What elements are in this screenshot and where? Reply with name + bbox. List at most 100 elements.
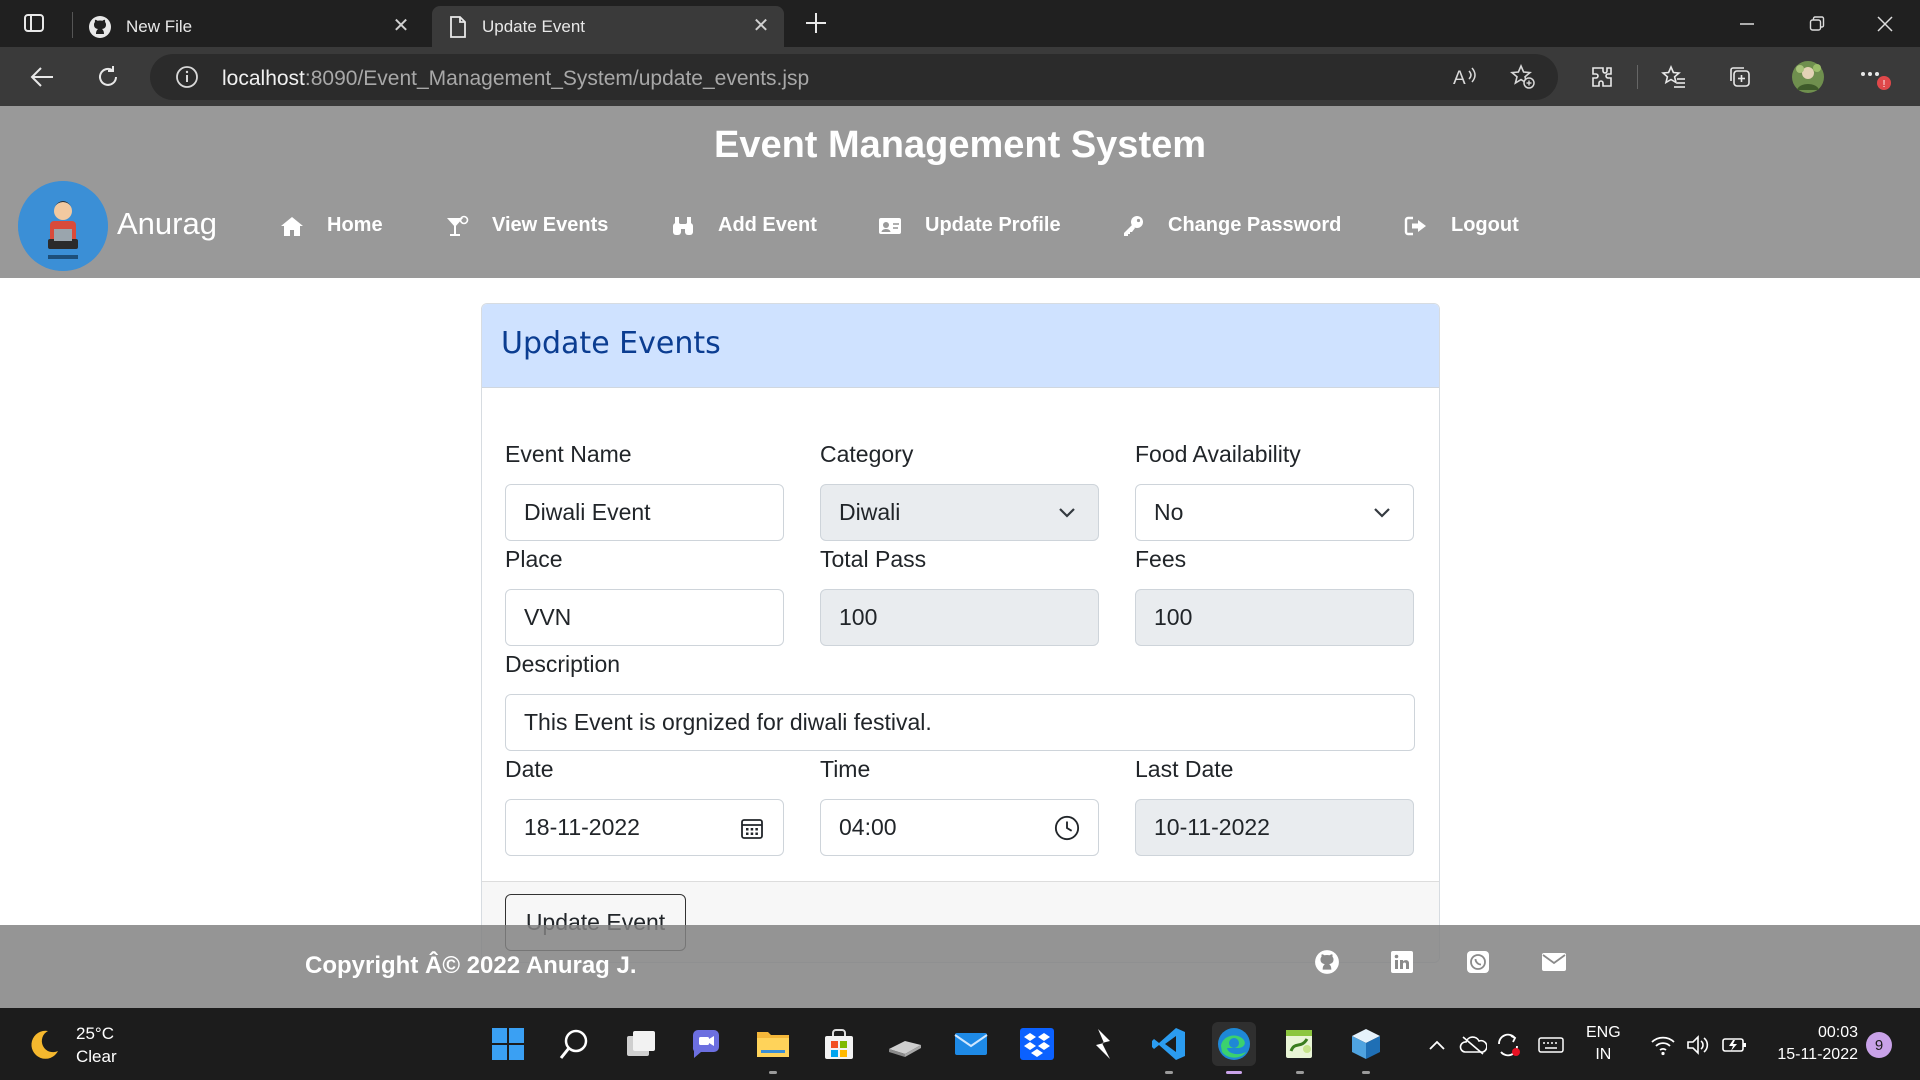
sign-out-icon: [1403, 215, 1429, 237]
url-bar[interactable]: localhost:8090/Event_Management_System/u…: [150, 54, 1558, 100]
last-date-value: 10-11-2022: [1154, 814, 1270, 840]
task-view-icon[interactable]: [619, 1022, 663, 1066]
add-favorite-icon[interactable]: [1508, 62, 1538, 92]
fees-label: Fees: [1135, 546, 1187, 572]
language-code: ENG: [1586, 1024, 1621, 1041]
category-value: Diwali: [839, 499, 901, 525]
nav-update-profile[interactable]: Update Profile: [877, 214, 1061, 237]
start-icon[interactable]: [486, 1022, 530, 1066]
language-indicator[interactable]: ENG IN: [1586, 1022, 1621, 1066]
edge-icon[interactable]: [1212, 1022, 1256, 1074]
nav-view-events[interactable]: View Events: [444, 214, 608, 237]
event-name-label: Event Name: [505, 441, 632, 467]
keyboard-icon[interactable]: [1536, 1030, 1566, 1060]
date-input[interactable]: 18-11-2022: [505, 799, 784, 856]
file-explorer-icon[interactable]: [751, 1022, 795, 1074]
description-input[interactable]: This Event is orgnized for diwali festiv…: [505, 694, 1415, 751]
nav-label: Add Event: [718, 214, 817, 236]
nav-logout[interactable]: Logout: [1403, 214, 1519, 237]
url-path: :8090/Event_Management_System/update_eve…: [304, 67, 810, 90]
weather-widget[interactable]: 25°C Clear: [26, 1022, 117, 1068]
total-pass-input[interactable]: 100: [820, 589, 1099, 646]
last-date-input[interactable]: 10-11-2022: [1135, 799, 1414, 856]
weather-temp: 25°C: [76, 1024, 114, 1043]
notification-badge[interactable]: 9: [1866, 1032, 1892, 1058]
github-icon[interactable]: [1312, 947, 1342, 977]
nav-add-event[interactable]: Add Event: [670, 214, 817, 237]
mail-icon[interactable]: [949, 1022, 993, 1066]
dropbox-icon[interactable]: [1015, 1022, 1059, 1066]
collections-icon[interactable]: [1720, 57, 1760, 97]
event-name-input[interactable]: Diwali Event: [505, 484, 784, 541]
more-options-icon[interactable]: !: [1856, 57, 1896, 97]
virtualbox-icon[interactable]: [1344, 1022, 1388, 1074]
calendar-icon[interactable]: [739, 815, 765, 841]
restore-icon[interactable]: [1782, 0, 1852, 47]
key-icon: [1120, 215, 1146, 237]
tab-new-file[interactable]: New File ✕: [72, 6, 424, 47]
nav-label: Update Profile: [925, 214, 1061, 236]
tab-update-event[interactable]: Update Event ✕: [432, 6, 784, 47]
id-card-icon: [877, 215, 903, 237]
battery-icon[interactable]: [1720, 1030, 1750, 1060]
running-indicator: [1296, 1071, 1304, 1074]
place-input[interactable]: VVN: [505, 589, 784, 646]
back-icon[interactable]: [22, 57, 62, 97]
time-value: 04:00: [839, 814, 897, 840]
site-info-icon[interactable]: [172, 62, 202, 92]
site-footer: Copyright Â© 2022 Anurag J.: [0, 925, 1920, 1008]
email-icon[interactable]: [1539, 947, 1569, 977]
onedrive-icon[interactable]: [1458, 1030, 1488, 1060]
microsoft-store-icon[interactable]: [817, 1022, 861, 1066]
profile-avatar[interactable]: [1788, 57, 1828, 97]
tab-title: Update Event: [482, 16, 586, 36]
close-window-icon[interactable]: [1850, 0, 1920, 47]
minimize-icon[interactable]: [1712, 0, 1782, 47]
drive-icon[interactable]: [883, 1022, 927, 1066]
avatar[interactable]: [18, 181, 108, 271]
read-aloud-icon[interactable]: A: [1450, 62, 1480, 92]
clock-time: 00:03: [1817, 1024, 1858, 1041]
new-tab-icon[interactable]: [796, 3, 836, 43]
nav-home[interactable]: Home: [279, 214, 383, 237]
tab-title: New File: [126, 16, 193, 36]
whatsapp-icon[interactable]: [1463, 947, 1493, 977]
close-tab-icon[interactable]: ✕: [750, 15, 772, 37]
fees-input[interactable]: 100: [1135, 589, 1414, 646]
close-tab-icon[interactable]: ✕: [390, 15, 412, 37]
time-label: Time: [820, 756, 871, 782]
date-label: Date: [505, 756, 554, 782]
running-indicator: [769, 1071, 777, 1074]
nav-label: Change Password: [1168, 214, 1342, 236]
moon-icon: [31, 1030, 58, 1059]
copyright-text: Copyright Â© 2022 Anurag J.: [305, 952, 637, 979]
show-hidden-icons-icon[interactable]: [1422, 1030, 1452, 1060]
chat-icon[interactable]: [684, 1022, 728, 1066]
search-icon[interactable]: [553, 1022, 597, 1066]
running-indicator: [1165, 1071, 1173, 1074]
clock[interactable]: 00:03 15-11-2022: [1768, 1022, 1858, 1066]
time-input[interactable]: 04:00: [820, 799, 1099, 856]
windows-taskbar: 25°C Clear ENG IN 00:03 15-11-2022: [0, 1008, 1920, 1080]
extensions-icon[interactable]: [1582, 57, 1622, 97]
cocktail-icon: [444, 215, 470, 237]
sync-icon[interactable]: [1494, 1030, 1524, 1060]
refresh-icon[interactable]: [88, 57, 128, 97]
wifi-icon[interactable]: [1648, 1030, 1678, 1060]
vscode-icon[interactable]: [1147, 1022, 1191, 1074]
food-availability-select[interactable]: No: [1135, 484, 1414, 541]
eclipse-icon[interactable]: [1081, 1022, 1125, 1066]
clock-icon[interactable]: [1054, 815, 1080, 841]
favorites-icon[interactable]: [1654, 57, 1694, 97]
site-header: Event Management System Anurag Home View…: [0, 106, 1920, 278]
nav-change-password[interactable]: Change Password: [1120, 214, 1341, 237]
github-icon: [89, 15, 111, 38]
fees-value: 100: [1154, 604, 1193, 630]
volume-icon[interactable]: [1684, 1030, 1714, 1060]
brand-name[interactable]: Anurag: [117, 206, 217, 242]
linkedin-icon[interactable]: [1387, 947, 1417, 977]
category-select[interactable]: Diwali: [820, 484, 1099, 541]
notepad-plus-icon[interactable]: [1278, 1022, 1322, 1074]
nav-label: View Events: [492, 214, 609, 236]
tab-actions-icon[interactable]: [14, 3, 54, 43]
